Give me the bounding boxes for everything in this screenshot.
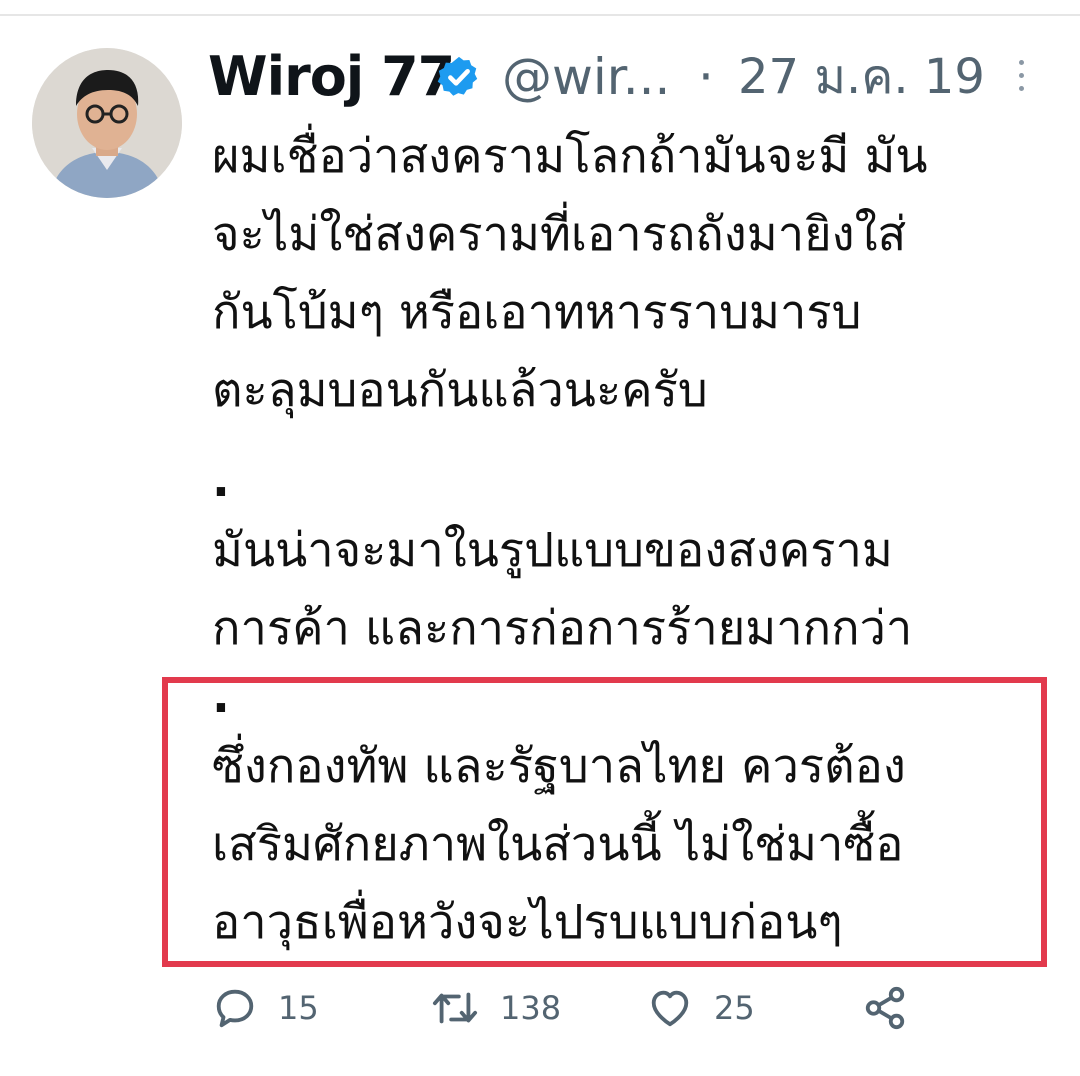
avatar-photo — [32, 48, 182, 198]
reply-button[interactable]: 15 — [212, 980, 319, 1036]
tweet-line: ผมเชื่อว่าสงครามโลกถ้ามันจะมี มัน — [212, 129, 928, 184]
retweet-icon — [432, 992, 478, 1024]
author-handle[interactable]: @wir... — [502, 42, 670, 112]
like-button[interactable]: 25 — [646, 980, 755, 1036]
retweet-button[interactable]: 138 — [430, 980, 561, 1036]
paragraph-dot: . — [212, 453, 230, 508]
reply-count: 15 — [278, 989, 319, 1027]
share-icon — [865, 986, 905, 1030]
tweet-header: Wiroj 77 @wir... · 27 ม.ค. 19 — [208, 38, 1040, 118]
more-vertical-icon[interactable] — [1016, 60, 1026, 98]
tweet-line: กันโบ้มๆ หรือเอาทหารราบมารบ — [212, 285, 862, 340]
tweet-actions: 15 138 25 — [212, 980, 972, 1040]
avatar[interactable] — [32, 48, 182, 198]
tweet-line: ตะลุมบอนกันแล้วนะครับ — [212, 363, 708, 418]
header-separator: · — [698, 48, 714, 106]
author-name[interactable]: Wiroj 77 — [208, 42, 455, 112]
like-count: 25 — [714, 989, 755, 1027]
tweet-line: การค้า และการก่อการร้ายมากกว่า — [212, 601, 913, 656]
heart-icon — [651, 990, 689, 1027]
top-divider — [0, 14, 1080, 16]
tweet-date[interactable]: 27 ม.ค. 19 — [738, 42, 985, 112]
reply-icon — [216, 989, 254, 1028]
retweet-count: 138 — [500, 989, 562, 1027]
tweet-line: มันน่าจะมาในรูปแบบของสงคราม — [212, 523, 893, 578]
verified-badge-icon — [437, 56, 478, 96]
share-button[interactable] — [862, 980, 908, 1036]
highlight-box — [162, 677, 1047, 967]
tweet-line: จะไม่ใช่สงครามที่เอารถถังมายิงใส่ — [212, 207, 907, 262]
